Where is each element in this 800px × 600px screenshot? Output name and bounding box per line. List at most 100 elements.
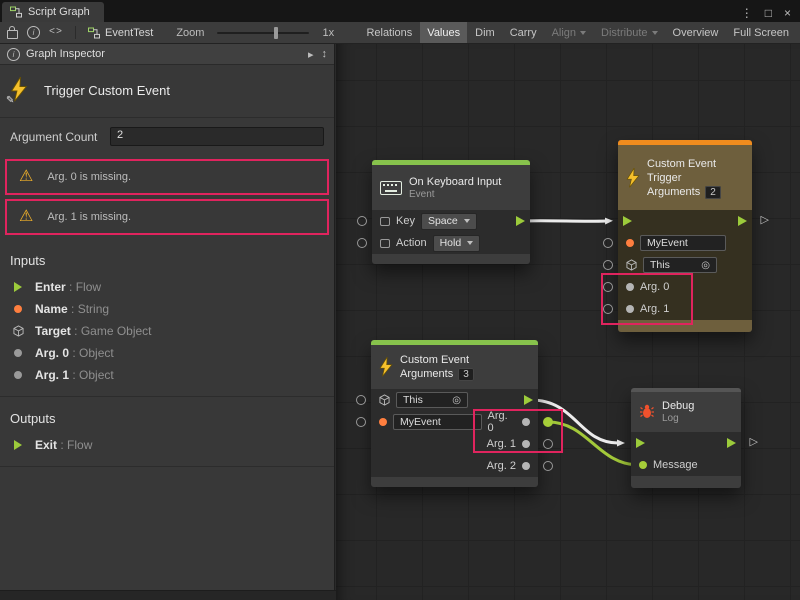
arg1-output-port[interactable] — [543, 439, 553, 449]
arg-label: Arg. 2 — [487, 460, 516, 472]
key-input-port[interactable] — [357, 216, 367, 226]
maximize-icon[interactable]: □ — [765, 7, 772, 19]
flow-in-port[interactable] — [636, 438, 645, 448]
value-dot-icon — [626, 283, 634, 291]
overview-button[interactable]: Overview — [666, 22, 726, 43]
bolt-pencil-icon: ✎ — [10, 77, 32, 103]
debug-log-node[interactable]: Debug Log ▷ Message — [631, 388, 741, 488]
pin-type: Flow — [67, 438, 92, 452]
continue-triangle-icon: ▷ — [761, 214, 769, 227]
action-dropdown[interactable]: Hold — [433, 235, 481, 252]
tab-script-graph[interactable]: Script Graph — [2, 2, 104, 22]
target-input-port[interactable] — [603, 260, 613, 270]
node-body: ▷ MyEvent This◎ Arg. 0 — [618, 210, 752, 320]
flow-out-port[interactable] — [524, 395, 533, 405]
node-title-line2: Trigger — [647, 171, 721, 185]
arg1-input-port[interactable] — [603, 304, 613, 314]
info-icon[interactable]: i — [27, 26, 40, 39]
on-keyboard-input-node[interactable]: On Keyboard Input Event Key Space Action… — [372, 160, 530, 264]
arg0-output-port[interactable] — [543, 417, 553, 427]
distribute-button[interactable]: Distribute — [594, 22, 664, 43]
graph-inspector-panel: i Graph Inspector ▸ ↕ ✎ Trigger Custom E… — [0, 44, 335, 590]
wire-arg0-to-message[interactable] — [548, 422, 639, 465]
node-footer — [371, 477, 538, 487]
key-dropdown[interactable]: Space — [421, 213, 477, 230]
row-label: Key — [396, 215, 415, 227]
pin-name: Enter — [35, 280, 66, 294]
close-icon[interactable]: × — [784, 7, 791, 19]
warning-arg1-missing: ⚠ Arg. 1 is missing. — [5, 199, 329, 235]
node-body: This◎ MyEvent Arg. 0 Arg. 1 Arg. 2 — [371, 389, 538, 477]
flow-out-port[interactable] — [516, 216, 525, 226]
carry-button[interactable]: Carry — [503, 22, 544, 43]
info-icon: i — [7, 48, 20, 61]
value-dot-icon — [522, 418, 530, 426]
lock-icon[interactable] — [7, 30, 18, 39]
script-graph-icon — [10, 6, 22, 18]
message-input-port[interactable] — [639, 461, 647, 469]
kebab-menu-icon[interactable]: ⋮ — [741, 7, 753, 19]
node-body: Key Space Action Hold — [372, 210, 530, 254]
target-field[interactable]: This◎ — [396, 392, 468, 408]
flow-in-port[interactable] — [623, 216, 632, 226]
custom-event-node[interactable]: Custom Event Arguments3 This◎ MyEvent Ar… — [371, 340, 538, 487]
name-input-port[interactable] — [356, 417, 366, 427]
code-icon[interactable]: <> — [49, 27, 63, 38]
arguments-label: Arguments — [400, 368, 453, 380]
warning-icon: ⚠ — [19, 169, 33, 185]
inspector-unit-title: Trigger Custom Event — [44, 83, 170, 98]
keycap-icon — [380, 217, 390, 226]
key-row: Key Space — [372, 210, 530, 232]
zoom-value: 1x — [322, 27, 334, 39]
zoom-slider[interactable] — [217, 32, 309, 34]
values-button[interactable]: Values — [420, 22, 467, 43]
flow-row: ▷ — [631, 432, 741, 454]
event-name-field[interactable]: MyEvent — [640, 235, 726, 251]
cube-icon — [12, 325, 24, 337]
graph-toolbar: i <> EventTest Zoom 1x Relations Values … — [0, 22, 800, 44]
scroll-icon[interactable]: ↕ — [322, 48, 328, 61]
dock-icon[interactable]: ▸ — [308, 48, 314, 61]
dropdown-value: Hold — [440, 237, 462, 249]
flow-arrow-icon — [12, 440, 24, 450]
trigger-custom-event-node[interactable]: Custom Event Trigger Arguments2 ▷ MyEven… — [618, 140, 752, 332]
object-picker-icon[interactable]: ◎ — [701, 260, 710, 271]
flow-out-port[interactable] — [727, 438, 736, 448]
zoom-slider-thumb[interactable] — [274, 27, 278, 39]
target-input-port[interactable] — [356, 395, 366, 405]
node-subtitle: Log — [662, 413, 694, 425]
pin-name: Arg. 1 — [35, 368, 69, 382]
pin-type: Game Object — [81, 324, 152, 338]
warning-text: Arg. 1 is missing. — [47, 211, 131, 223]
target-field[interactable]: This◎ — [643, 257, 717, 273]
row-label: Action — [396, 237, 427, 249]
separator: : — [66, 280, 76, 294]
dim-button[interactable]: Dim — [468, 22, 502, 43]
action-input-port[interactable] — [357, 238, 367, 248]
button-label: Overview — [673, 27, 719, 39]
button-label: Values — [427, 27, 460, 39]
toolbar-separator — [75, 26, 76, 39]
arg2-output-port[interactable] — [543, 461, 553, 471]
pin-type: Flow — [76, 280, 101, 294]
dropdown-value: Space — [428, 215, 458, 227]
full-screen-button[interactable]: Full Screen — [726, 22, 796, 43]
node-header: On Keyboard Input Event — [372, 165, 530, 210]
object-picker-icon[interactable]: ◎ — [452, 395, 461, 406]
arg0-input-port[interactable] — [603, 282, 613, 292]
flow-out-port[interactable] — [738, 216, 747, 226]
string-dot-icon — [379, 418, 387, 426]
pin-item-enter: Enter : Flow — [0, 276, 334, 298]
name-input-port[interactable] — [603, 238, 613, 248]
separator: : — [57, 438, 67, 452]
argument-count-input[interactable]: 2 — [110, 127, 324, 146]
outputs-section-header: Outputs — [0, 397, 334, 434]
align-button[interactable]: Align — [545, 22, 593, 43]
event-name-field[interactable]: MyEvent — [393, 414, 482, 430]
wire-keyboard-to-trigger[interactable] — [523, 221, 606, 222]
arg-label: Arg. 0 — [488, 410, 517, 434]
graph-canvas[interactable]: On Keyboard Input Event Key Space Action… — [336, 44, 800, 600]
pin-type: String — [78, 302, 109, 316]
relations-button[interactable]: Relations — [359, 22, 419, 43]
graph-breadcrumb[interactable]: EventTest — [88, 27, 153, 39]
